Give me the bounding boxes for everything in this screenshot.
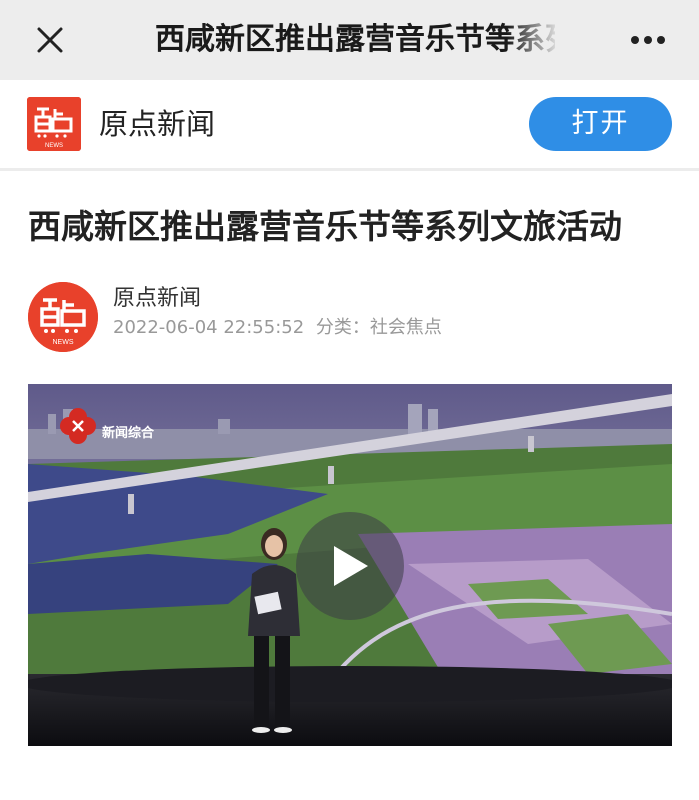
svg-text:NEWS: NEWS <box>53 339 74 346</box>
app-name: 原点新闻 <box>99 107 216 141</box>
open-app-button[interactable]: 打开 <box>529 97 672 151</box>
play-icon <box>334 546 368 586</box>
author-avatar[interactable]: NEWS <box>28 282 98 352</box>
category-label: 分类： <box>315 317 370 338</box>
app-open-banner: NEWS 原点新闻 打开 <box>0 80 699 171</box>
article-title: 西咸新区推出露营音乐节等系列文旅活动 <box>28 207 622 246</box>
close-icon <box>37 27 63 53</box>
category-value: 社会焦点 <box>369 317 442 338</box>
author-name[interactable]: 原点新闻 <box>113 285 201 313</box>
page-title: 西咸新区推出露营音乐节等系列文旅活动 <box>155 22 555 57</box>
publish-datetime: 2022-06-04 22:55:52 <box>113 317 305 338</box>
play-button[interactable] <box>296 512 404 620</box>
more-dots-icon <box>631 36 665 44</box>
top-navigation-bar: 西咸新区推出露营音乐节等系列文旅活动 <box>0 0 699 80</box>
svg-text:NEWS: NEWS <box>45 143 63 149</box>
more-options-button[interactable] <box>628 26 668 54</box>
channel-label: 新闻综合 <box>102 426 155 441</box>
app-logo-icon: NEWS <box>27 97 81 151</box>
close-button[interactable] <box>30 22 70 58</box>
article-meta: 2022-06-04 22:55:52 分类：社会焦点 <box>113 316 448 340</box>
video-player[interactable]: 新闻综合 <box>28 384 672 746</box>
